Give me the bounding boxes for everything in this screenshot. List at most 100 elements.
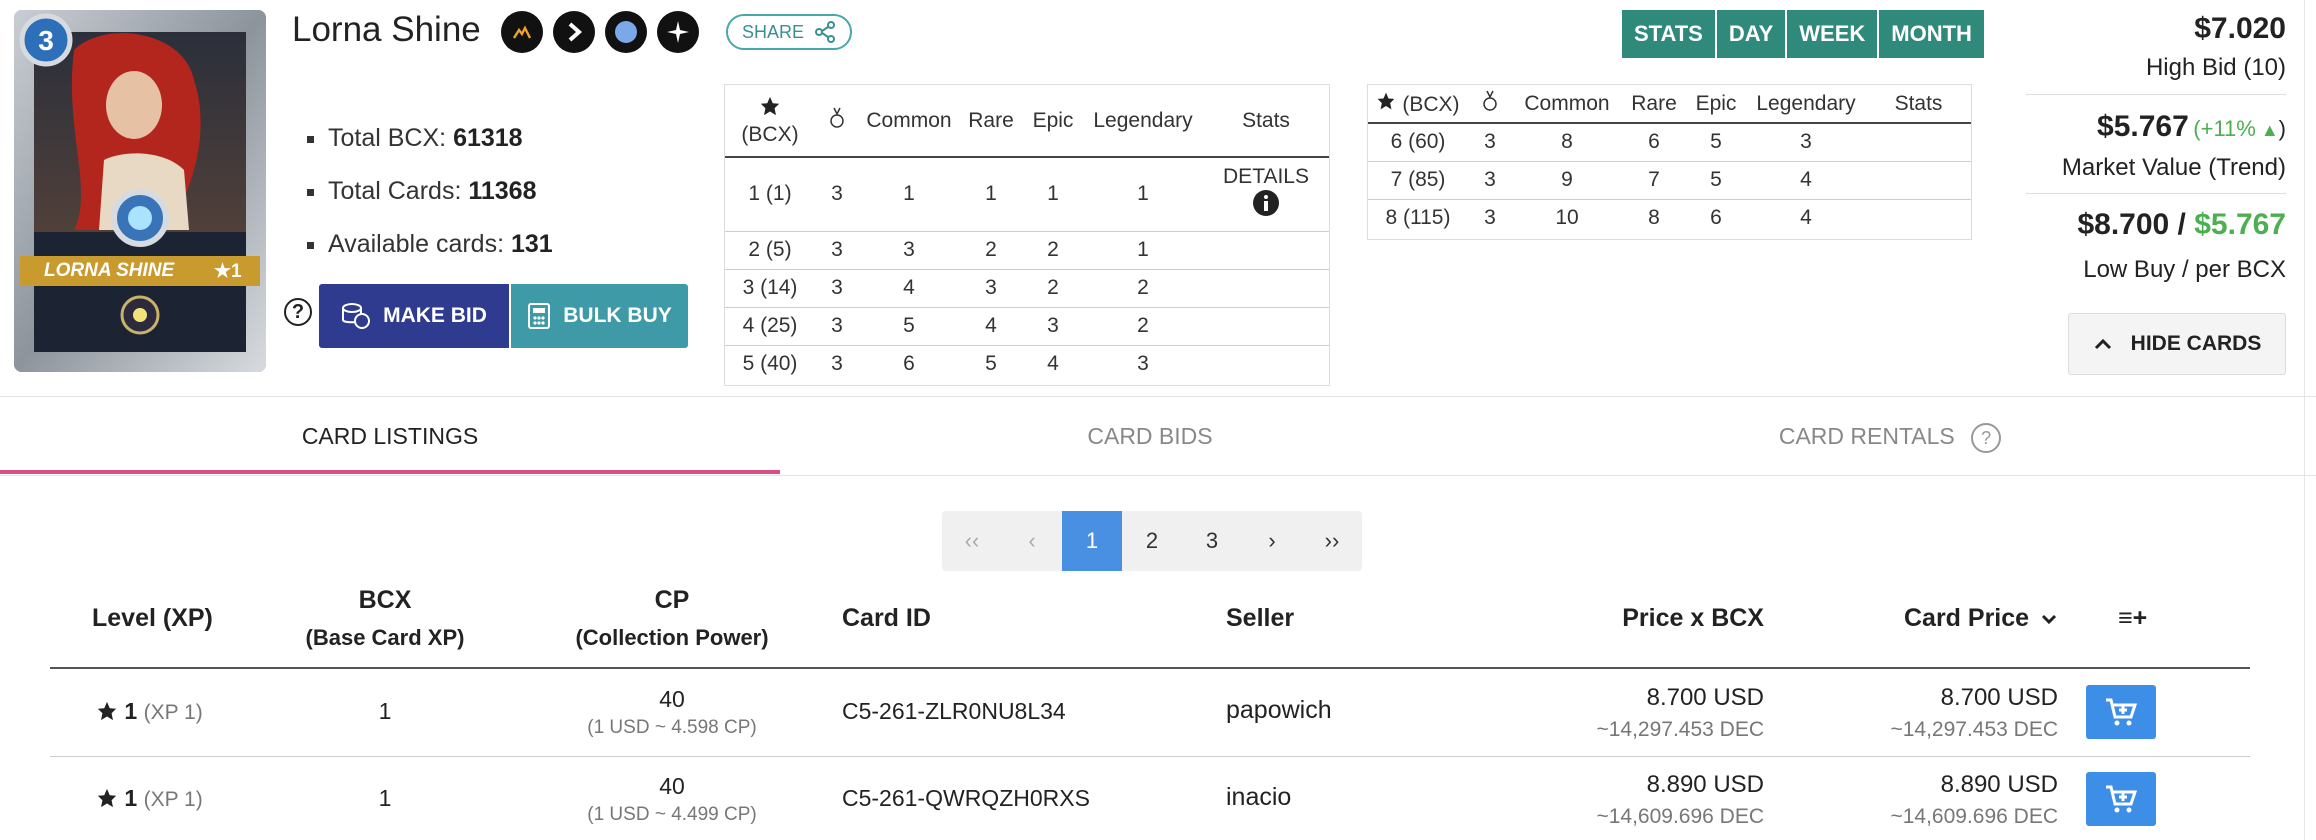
divider bbox=[2026, 94, 2286, 95]
cp-column-header[interactable]: CP (Collection Power) bbox=[560, 586, 784, 651]
listing-seller[interactable]: papowich bbox=[1226, 696, 1332, 725]
card-banner-name: LORNA SHINE bbox=[44, 260, 175, 281]
market-value-label: Market Value (Trend) bbox=[2061, 154, 2286, 181]
fire-icon[interactable] bbox=[501, 11, 543, 53]
scrollbar-track[interactable] bbox=[2304, 0, 2305, 840]
listing-card-id[interactable]: C5-261-ZLR0NU8L34 bbox=[842, 698, 1066, 725]
bulk-buy-label: BULK BUY bbox=[563, 304, 672, 327]
card-id-column-header[interactable]: Card ID bbox=[842, 604, 931, 633]
listing-bcx: 1 bbox=[378, 698, 392, 724]
listing-cp: 40 (1 USD ~ 4.598 CP) bbox=[587, 686, 757, 738]
first-page-button[interactable]: ‹‹ bbox=[942, 511, 1002, 571]
tab-card-bids[interactable]: CARD BIDS bbox=[760, 397, 1540, 475]
info-icon bbox=[1253, 190, 1279, 217]
low-buy: $8.700 / $5.767 bbox=[2077, 208, 2286, 241]
help-icon[interactable]: ? bbox=[1971, 422, 2002, 453]
star-icon bbox=[97, 788, 117, 808]
last-page-button[interactable]: ›› bbox=[1302, 511, 1362, 571]
listing-bcx: 1 bbox=[378, 785, 392, 811]
high-bid-price: $7.020 bbox=[2194, 12, 2286, 45]
epic-header: Epic bbox=[1032, 108, 1074, 132]
life-star-icon[interactable] bbox=[657, 11, 699, 53]
price-bcx-column-header[interactable]: Price x BCX bbox=[1560, 604, 1764, 633]
next-page-button[interactable]: › bbox=[1242, 511, 1302, 571]
level-table-1-header: (BCX) Common Rare Epic Legendary Stats bbox=[725, 85, 1329, 157]
add-to-cart-button[interactable] bbox=[2086, 685, 2156, 739]
card-banner-level: ★1 bbox=[214, 261, 242, 282]
row-divider bbox=[50, 756, 2250, 757]
table-row: 3 (14) 3 4 3 2 2 bbox=[725, 268, 1329, 307]
listing-card-price: 8.700 USD ~14,297.453 DEC bbox=[1890, 684, 2058, 741]
make-bid-label: MAKE BID bbox=[383, 304, 487, 327]
common-header: Common bbox=[866, 108, 952, 132]
table-row: 6 (60) 3 8 6 5 3 bbox=[1390, 130, 1812, 154]
pagination: ‹‹ ‹ 1 2 3 › ›› bbox=[942, 511, 1362, 571]
cart-icon bbox=[2106, 698, 2138, 726]
page-1-button[interactable]: 1 bbox=[1062, 511, 1122, 571]
legendary-header: Legendary bbox=[1093, 108, 1193, 132]
bcx-column-header[interactable]: BCX (Base Card XP) bbox=[292, 586, 478, 651]
cart-icon bbox=[2106, 785, 2138, 813]
card-price-column-header[interactable]: Card Price bbox=[1880, 604, 2058, 633]
chevron-right-icon[interactable] bbox=[553, 11, 595, 53]
week-button[interactable]: WEEK bbox=[1787, 10, 1880, 58]
level-table-2: (BCX) Common Rare Epic Legendary Stats 6… bbox=[1367, 84, 1972, 240]
level-column-header[interactable]: Level (XP) bbox=[92, 604, 213, 633]
add-to-cart-button[interactable] bbox=[2086, 772, 2156, 826]
seller-column-header[interactable]: Seller bbox=[1226, 604, 1294, 633]
active-tab-indicator bbox=[0, 470, 780, 474]
hide-cards-button[interactable]: HIDE CARDS bbox=[2068, 313, 2286, 375]
hide-cards-label: HIDE CARDS bbox=[2130, 332, 2262, 355]
tab-card-rentals[interactable]: CARD RENTALS ? bbox=[1500, 397, 2280, 475]
table-row: 4 (25) 3 5 4 3 2 bbox=[725, 306, 1329, 345]
table-row: 7 (85) 3 9 7 5 4 bbox=[1368, 160, 1971, 199]
divider bbox=[2026, 193, 2286, 194]
medal-icon bbox=[830, 107, 844, 128]
make-bid-button[interactable]: MAKE BID bbox=[319, 284, 509, 348]
day-button[interactable]: DAY bbox=[1716, 10, 1788, 58]
star-icon bbox=[1378, 92, 1395, 109]
stats-button[interactable]: STATS bbox=[1622, 10, 1717, 58]
total-cards: Total Cards: 11368 bbox=[328, 165, 553, 218]
listing-seller[interactable]: inacio bbox=[1226, 783, 1291, 812]
listing-card-price: 8.890 USD ~14,609.696 DEC bbox=[1890, 771, 2058, 828]
table-row: 1 (1) 3 1 1 1 1 DETAILS bbox=[725, 157, 1329, 231]
coins-icon bbox=[342, 303, 371, 329]
epic-header: Epic bbox=[1695, 91, 1737, 115]
level-table-1: (BCX) Common Rare Epic Legendary Stats 1… bbox=[724, 84, 1330, 386]
chevron-down-icon bbox=[2041, 614, 2057, 625]
details-link[interactable]: DETAILS bbox=[1203, 157, 1329, 231]
high-bid-label: High Bid (10) bbox=[2145, 54, 2286, 81]
share-button[interactable]: SHARE bbox=[726, 14, 852, 50]
column-settings-icon[interactable]: ≡+ bbox=[2118, 604, 2147, 633]
share-label: SHARE bbox=[741, 21, 804, 42]
water-orb-icon[interactable] bbox=[605, 11, 647, 53]
bcx-header: (BCX) bbox=[725, 85, 815, 157]
rare-header: Rare bbox=[1631, 91, 1677, 115]
card-image[interactable]: 3 LORNA SHINE ★1 bbox=[14, 10, 266, 372]
prev-page-button[interactable]: ‹ bbox=[1002, 511, 1062, 571]
chevron-up-icon bbox=[2094, 338, 2111, 350]
card-stats-list: Total BCX: 61318 Total Cards: 11368 Avai… bbox=[300, 112, 553, 271]
tab-card-listings[interactable]: CARD LISTINGS bbox=[0, 397, 780, 475]
listing-card-id[interactable]: C5-261-QWRQZH0RXS bbox=[842, 785, 1090, 812]
legendary-header: Legendary bbox=[1756, 91, 1856, 115]
tabs-bar: CARD LISTINGS CARD BIDS CARD RENTALS ? bbox=[0, 396, 2316, 476]
bulk-buy-button[interactable]: BULK BUY bbox=[511, 284, 688, 348]
level-table-2-header: (BCX) Common Rare Epic Legendary Stats bbox=[1368, 85, 1971, 123]
help-icon[interactable]: ? bbox=[284, 298, 312, 326]
page-2-button[interactable]: 2 bbox=[1122, 511, 1182, 571]
table-row: 2 (5) 3 3 2 2 1 bbox=[725, 230, 1329, 269]
card-art bbox=[14, 10, 266, 372]
page-3-button[interactable]: 3 bbox=[1182, 511, 1242, 571]
low-buy-label: Low Buy / per BCX bbox=[2083, 256, 2286, 283]
stats-header: Stats bbox=[1894, 91, 1943, 115]
mana-cost: 3 bbox=[38, 25, 54, 56]
listing-price-bcx: 8.700 USD ~14,297.453 DEC bbox=[1596, 684, 1764, 741]
listing-level: 1 (XP 1) bbox=[96, 698, 203, 725]
time-range-buttons: STATS DAY WEEK MONTH bbox=[1622, 10, 1984, 58]
listing-cp: 40 (1 USD ~ 4.499 CP) bbox=[587, 773, 757, 825]
month-button[interactable]: MONTH bbox=[1879, 10, 1984, 58]
stats-header: Stats bbox=[1242, 108, 1290, 132]
header-divider bbox=[50, 667, 2250, 669]
